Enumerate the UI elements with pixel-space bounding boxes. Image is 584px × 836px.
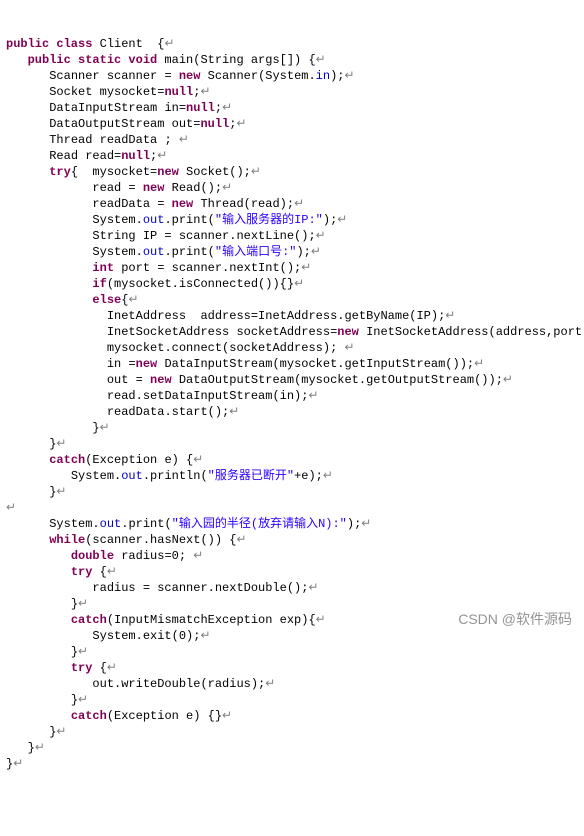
code-line: public static void main(String args[]) {… (6, 53, 326, 67)
code-line: Socket mysocket=null;↵ (6, 85, 211, 99)
code-line: InetSocketAddress socketAddress=new Inet… (6, 325, 584, 339)
code-line: System.out.print("输入端口号:");↵ (6, 245, 321, 259)
code-line: mysocket.connect(socketAddress); ↵ (6, 341, 355, 355)
code-line: out = new DataOutputStream(mysocket.getO… (6, 373, 513, 387)
code-line: Thread readData ; ↵ (6, 133, 189, 147)
code-line: System.out.print("输入服务器的IP:");↵ (6, 213, 347, 227)
code-line: Scanner scanner = new Scanner(System.in)… (6, 69, 355, 83)
code-line: out.writeDouble(radius);↵ (6, 677, 275, 691)
code-line: catch(Exception e) {↵ (6, 453, 203, 467)
code-line: }↵ (6, 437, 66, 451)
code-line: }↵ (6, 757, 23, 771)
code-line: }↵ (6, 421, 110, 435)
code-line: in =new DataInputStream(mysocket.getInpu… (6, 357, 484, 371)
code-line: Read read=null;↵ (6, 149, 167, 163)
code-line: ↵ (6, 501, 16, 515)
code-line: public class Client {↵ (6, 37, 175, 51)
code-line: }↵ (6, 597, 88, 611)
code-line: }↵ (6, 645, 88, 659)
code-line: System.out.println("服务器已断开"+e);↵ (6, 469, 333, 483)
code-line: try {↵ (6, 565, 117, 579)
code-line: read = new Read();↵ (6, 181, 232, 195)
code-line: while(scanner.hasNext()) {↵ (6, 533, 247, 547)
code-line: double radius=0; ↵ (6, 549, 203, 563)
code-line: try{ mysocket=new Socket();↵ (6, 165, 261, 179)
code-line: }↵ (6, 741, 45, 755)
code-line: String IP = scanner.nextLine();↵ (6, 229, 326, 243)
code-line: catch(InputMismatchException exp){↵ (6, 613, 326, 627)
watermark-text: CSDN @软件源码 (458, 611, 572, 627)
code-line: readData = new Thread(read);↵ (6, 197, 304, 211)
code-line: InetAddress address=InetAddress.getByNam… (6, 309, 455, 323)
code-line: catch(Exception e) {}↵ (6, 709, 232, 723)
code-line: radius = scanner.nextDouble();↵ (6, 581, 319, 595)
code-line: int port = scanner.nextInt();↵ (6, 261, 311, 275)
code-line: try {↵ (6, 661, 117, 675)
code-line: readData.start();↵ (6, 405, 239, 419)
code-line: DataOutputStream out=null;↵ (6, 117, 247, 131)
code-line: }↵ (6, 485, 66, 499)
code-line: DataInputStream in=null;↵ (6, 101, 232, 115)
code-line: }↵ (6, 693, 88, 707)
code-line: else{↵ (6, 293, 139, 307)
code-block: public class Client {↵ public static voi… (6, 36, 578, 772)
code-line: }↵ (6, 725, 66, 739)
code-line: System.out.print("输入园的半径(放弃请输入N):");↵ (6, 517, 371, 531)
code-line: if(mysocket.isConnected()){}↵ (6, 277, 304, 291)
code-line: read.setDataInputStream(in);↵ (6, 389, 319, 403)
code-line: System.exit(0);↵ (6, 629, 211, 643)
